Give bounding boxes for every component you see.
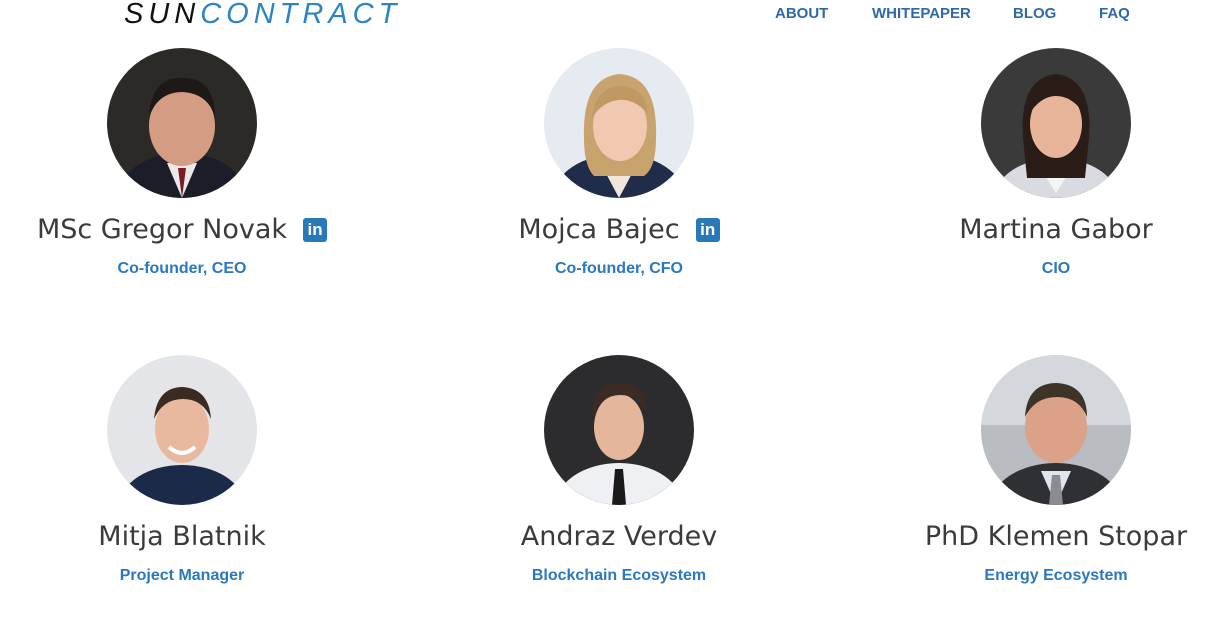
- avatar: [981, 355, 1131, 505]
- member-name: Martina Gabor: [959, 214, 1153, 245]
- member-role: Project Manager: [119, 567, 245, 584]
- member-role: CIO: [1041, 260, 1071, 277]
- member-role: Co-founder, CFO: [555, 260, 683, 277]
- member-name: Mitja Blatnik: [98, 521, 266, 552]
- member-role: Blockchain Ecosystem: [531, 567, 707, 584]
- linkedin-icon[interactable]: in: [303, 218, 328, 242]
- member-name: Andraz Verdev: [520, 521, 718, 552]
- avatar: [107, 355, 257, 505]
- sun-contract-logo[interactable]: SUNCONTRACT: [124, 0, 401, 30]
- avatar: [544, 355, 694, 505]
- nav-faq[interactable]: FAQ: [1099, 5, 1130, 23]
- linkedin-icon[interactable]: in: [695, 218, 720, 242]
- logo-text-contract: CONTRACT: [200, 0, 402, 30]
- nav-whitepaper[interactable]: WHITEPAPER: [872, 5, 971, 23]
- avatar: [107, 48, 257, 198]
- member-name: Mojca Bajec: [518, 214, 680, 245]
- nav-blog[interactable]: BLOG: [1013, 5, 1056, 23]
- member-role: Co-founder, CEO: [117, 260, 247, 277]
- member-name: PhD Klemen Stopar: [924, 521, 1188, 552]
- member-name: MSc Gregor Novak: [36, 214, 288, 245]
- nav-about[interactable]: ABOUT: [775, 5, 828, 23]
- logo-text-sun: SUN: [124, 0, 201, 30]
- avatar: [544, 48, 694, 198]
- member-role: Energy Ecosystem: [984, 567, 1128, 584]
- site-header: SUNCONTRACT ABOUT WHITEPAPER BLOG FAQ: [0, 0, 1216, 36]
- avatar: [981, 48, 1131, 198]
